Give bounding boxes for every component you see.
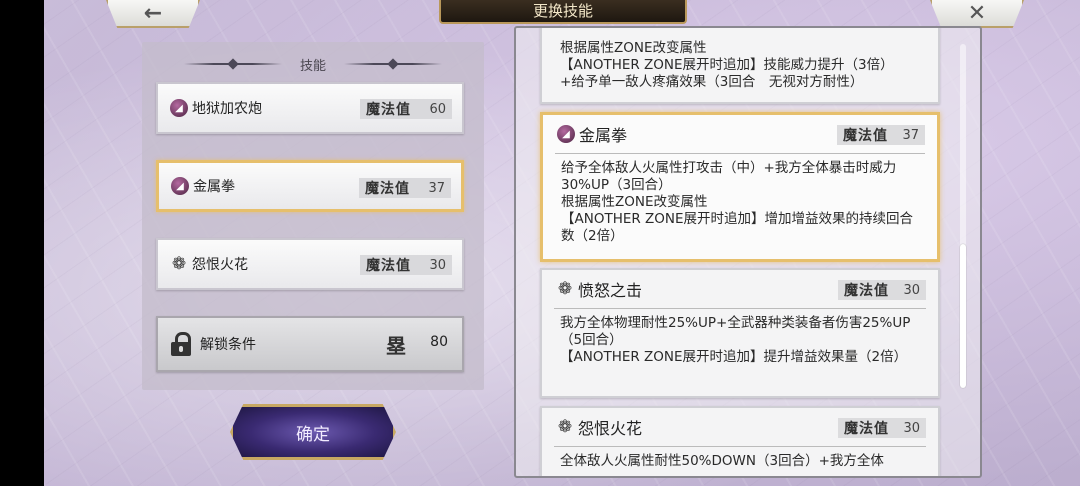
panel-header: 技能 [142, 54, 484, 74]
skill-card[interactable]: 根据属性ZONE改变属性 【ANOTHER ZONE展开时追加】技能威力提升（3… [540, 28, 940, 104]
mp-value: 30 [903, 282, 920, 298]
skill-name: 金属拳 [579, 126, 628, 145]
skill-card[interactable]: ❁ 愤怒之击 魔法值 30 我方全体物理耐性25%UP+全武器种类装备者伤害25… [540, 268, 940, 398]
mp-cost: 魔法值 30 [838, 418, 926, 438]
flower-skill-icon: ❁ [171, 254, 187, 274]
skill-description: 我方全体物理耐性25%UP+全武器种类装备者伤害25%UP（5回合） 【ANOT… [560, 315, 911, 365]
mp-label: 魔法值 [366, 102, 411, 118]
screen-title: 更换技能 [439, 0, 687, 24]
scroll-thumb[interactable] [960, 244, 966, 388]
skill-card-header: ◢ 金属拳 魔法值 37 [543, 115, 937, 153]
skill-card[interactable]: ❁ 怨恨火花 魔法值 30 全体敌人火属性耐性50%DOWN（3回合）+我方全体 [540, 406, 940, 476]
skill-slot-3[interactable]: ❁ 怨恨火花 魔法值 30 [156, 238, 464, 290]
mp-value: 37 [902, 127, 919, 143]
ornament-left [183, 63, 282, 65]
locked-skill-slot[interactable]: 解锁条件 塁 80 [156, 316, 464, 372]
mp-cost: 魔法值 30 [360, 255, 452, 275]
unlock-condition-label: 解锁条件 [200, 337, 256, 353]
skill-name: 金属拳 [193, 179, 235, 195]
confirm-button[interactable]: 确定 [230, 404, 396, 460]
mp-cost: 魔法值 60 [360, 99, 452, 119]
mp-label: 魔法值 [843, 128, 888, 144]
skill-name: 地狱加农炮 [192, 101, 262, 117]
skill-card-header: ❁ 愤怒之击 魔法值 30 [542, 270, 938, 308]
mp-cost: 魔法值 37 [837, 125, 925, 145]
mp-value: 37 [428, 180, 445, 196]
skill-card-header: ❁ 怨恨火花 魔法值 30 [542, 408, 938, 446]
skill-name: 怨恨火花 [578, 419, 643, 438]
game-screen: ← 更换技能 ✕ 技能 ◢ 地狱加农炮 魔法值 60 ◢ 金属拳 魔法值 37 [44, 0, 1080, 486]
flower-skill-icon: ❁ [557, 417, 573, 437]
dark-skill-icon: ◢ [557, 125, 575, 143]
skill-description: 根据属性ZONE改变属性 【ANOTHER ZONE展开时追加】技能威力提升（3… [560, 40, 894, 90]
dark-skill-icon: ◢ [170, 99, 188, 117]
mp-cost: 魔法值 37 [359, 178, 451, 198]
skill-name: 愤怒之击 [578, 281, 643, 300]
skill-list[interactable]: 根据属性ZONE改变属性 【ANOTHER ZONE展开时追加】技能威力提升（3… [514, 26, 982, 478]
mp-value: 60 [429, 101, 446, 117]
lock-icon [170, 332, 192, 356]
skill-description: 给予全体敌人火属性打攻击（中）+我方全体暴击时威力30%UP（3回合） 根据属性… [561, 160, 914, 244]
skill-name: 怨恨火花 [192, 257, 248, 273]
dark-skill-icon: ◢ [171, 177, 189, 195]
mp-value: 30 [903, 420, 920, 436]
skill-description: 全体敌人火属性耐性50%DOWN（3回合）+我方全体 [560, 453, 884, 469]
equipped-skills-panel: 技能 ◢ 地狱加农炮 魔法值 60 ◢ 金属拳 魔法值 37 ❁ 怨恨火花 魔法… [142, 42, 484, 390]
scrollbar[interactable] [960, 44, 966, 388]
unlock-level: 80 [430, 334, 448, 350]
ornament-right [344, 63, 442, 65]
skill-card-selected[interactable]: ◢ 金属拳 魔法值 37 给予全体敌人火属性打攻击（中）+我方全体暴击时威力30… [540, 112, 940, 262]
mp-label: 魔法值 [844, 283, 889, 299]
mp-value: 30 [429, 257, 446, 273]
mp-label: 魔法值 [844, 421, 889, 437]
close-icon: ✕ [967, 0, 987, 26]
unlock-glyph: 塁 [386, 334, 406, 358]
skill-slot-1[interactable]: ◢ 地狱加农炮 魔法值 60 [156, 82, 464, 134]
skill-slot-2[interactable]: ◢ 金属拳 魔法值 37 [156, 160, 464, 212]
back-button[interactable]: ← [106, 0, 200, 28]
back-arrow-icon: ← [143, 0, 163, 26]
mp-label: 魔法值 [366, 258, 411, 274]
mp-label: 魔法值 [365, 181, 410, 197]
mp-cost: 魔法值 30 [838, 280, 926, 300]
close-button[interactable]: ✕ [930, 0, 1024, 28]
flower-skill-icon: ❁ [557, 279, 573, 299]
panel-title: 技能 [299, 58, 326, 74]
